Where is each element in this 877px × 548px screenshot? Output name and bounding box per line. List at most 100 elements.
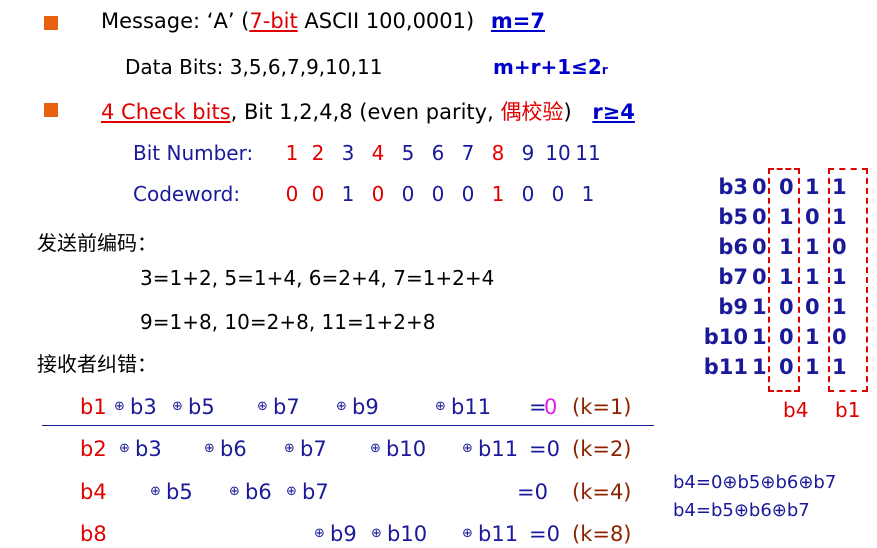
equation-term: b10 — [387, 522, 428, 546]
equation-first-term: b1 — [80, 395, 107, 419]
bitnum-value: 9 — [521, 141, 535, 165]
table-row-label: b9 — [718, 295, 748, 319]
formula: m+r+1≤2r — [493, 55, 608, 79]
xor-icon: ⊕ — [119, 441, 130, 456]
equation-result: =0 — [529, 522, 560, 546]
message-prefix: Message: ‘A’ ( — [101, 9, 250, 33]
equation-term: b11 — [451, 395, 492, 419]
xor-icon: ⊕ — [172, 399, 183, 414]
equation-result: =0 — [529, 437, 560, 461]
table-cell: 1 — [805, 325, 820, 349]
bitnum-value: 6 — [431, 141, 445, 165]
bullet-icon — [44, 103, 58, 117]
table-cell: 0 — [752, 175, 767, 199]
table-row-label: b7 — [718, 265, 748, 289]
decode-heading: 接收者纠错： — [37, 352, 157, 376]
codeword-value: 0 — [371, 182, 385, 206]
equation-term: b11 — [478, 522, 519, 546]
table-cell: 0 — [752, 235, 767, 259]
encode-heading: 发送前编码： — [37, 231, 157, 255]
equation-result: =0 — [517, 480, 548, 504]
xor-icon: ⊕ — [336, 399, 347, 414]
xor-icon: ⊕ — [314, 526, 325, 541]
equation-term: b7 — [273, 395, 300, 419]
codeword-value: 0 — [431, 182, 445, 206]
formula-sup: r — [601, 63, 608, 77]
b1-column-box — [828, 168, 868, 392]
check-bits-rest: , Bit 1,2,4,8 (even parity, — [230, 100, 501, 124]
codeword-value: 0 — [551, 182, 565, 206]
xor-icon: ⊕ — [284, 441, 295, 456]
table-cell: 1 — [752, 325, 767, 349]
b4-label: b4 — [783, 398, 809, 422]
table-cell: 1 — [805, 175, 820, 199]
bitnum-value: 2 — [311, 141, 325, 165]
table-row-label: b3 — [718, 175, 748, 199]
xor-icon: ⊕ — [114, 399, 125, 414]
message-line: Message: ‘A’ (7-bit ASCII 100,0001) m=7 — [101, 9, 545, 33]
table-cell: 0 — [752, 205, 767, 229]
xor-icon: ⊕ — [257, 399, 268, 414]
equation-first-term: b4 — [80, 480, 107, 504]
table-row-label: b5 — [718, 205, 748, 229]
bitnum-value: 11 — [575, 141, 601, 165]
equation-term: b11 — [478, 437, 519, 461]
codeword-value: 0 — [521, 182, 535, 206]
equation-term: b5 — [188, 395, 215, 419]
equation-k: (k=1) — [572, 395, 632, 419]
codeword-value: 0 — [461, 182, 475, 206]
even-parity-cn: 偶校验 — [500, 100, 564, 124]
seven-bit-label: 7-bit — [249, 9, 298, 33]
bitnum-value: 3 — [341, 141, 355, 165]
table-cell: 1 — [752, 295, 767, 319]
equation-first-term: b2 — [80, 437, 107, 461]
equation-first-term: b8 — [80, 522, 107, 546]
divider-line — [42, 425, 654, 426]
bitnum-value: 5 — [401, 141, 415, 165]
encode-line-1: 3=1+2, 5=1+4, 6=2+4, 7=1+2+4 — [140, 266, 495, 290]
m-equals: m=7 — [490, 9, 545, 33]
message-rest: ASCII 100,0001) — [297, 9, 475, 33]
encode-line-2: 9=1+8, 10=2+8, 11=1+2+8 — [140, 310, 436, 334]
side-note-1: b4=0⊕b5⊕b6⊕b7 — [673, 472, 837, 493]
xor-icon: ⊕ — [229, 484, 240, 499]
equation-k: (k=2) — [572, 437, 632, 461]
equation-term: b3 — [130, 395, 157, 419]
xor-icon: ⊕ — [150, 484, 161, 499]
bitnum-value: 8 — [491, 141, 505, 165]
xor-icon: ⊕ — [462, 526, 473, 541]
equation-term: b9 — [330, 522, 357, 546]
codeword-label: Codeword: — [133, 182, 241, 206]
codeword-value: 1 — [491, 182, 505, 206]
table-cell: 0 — [752, 265, 767, 289]
check-bits-label: 4 Check bits — [101, 100, 231, 124]
equation-term: b9 — [352, 395, 379, 419]
table-cell: 1 — [805, 235, 820, 259]
table-cell: 0 — [805, 295, 820, 319]
bitnum-value: 4 — [371, 141, 385, 165]
formula-text: m+r+1≤2 — [493, 55, 602, 79]
equation-k: (k=8) — [572, 522, 632, 546]
data-bits-text: Data Bits: 3,5,6,7,9,10,11 — [125, 55, 383, 79]
bit-number-label: Bit Number: — [133, 141, 254, 165]
xor-icon: ⊕ — [462, 441, 473, 456]
check-bits-close: ) — [563, 100, 572, 124]
bitnum-value: 1 — [285, 141, 299, 165]
table-cell: 1 — [805, 355, 820, 379]
b4-column-box — [768, 168, 800, 392]
equation-k: (k=4) — [572, 480, 632, 504]
equation-term: b6 — [220, 437, 247, 461]
r-geq: r≥4 — [592, 100, 635, 124]
bitnum-value: 10 — [545, 141, 571, 165]
table-cell: 1 — [752, 355, 767, 379]
codeword-value: 0 — [311, 182, 325, 206]
side-note-2: b4=b5⊕b6⊕b7 — [673, 500, 810, 521]
check-bits-line: 4 Check bits, Bit 1,2,4,8 (even parity, … — [101, 96, 635, 126]
equation-term: b3 — [135, 437, 162, 461]
equation-result-value: 0 — [544, 395, 558, 419]
table-cell: 1 — [805, 265, 820, 289]
equation-term: b7 — [302, 480, 329, 504]
data-bits-line: Data Bits: 3,5,6,7,9,10,11 — [125, 55, 382, 79]
bit-number-values: 1 2 3 4 5 6 7 8 9 10 11 — [281, 141, 603, 165]
xor-icon: ⊕ — [204, 441, 215, 456]
